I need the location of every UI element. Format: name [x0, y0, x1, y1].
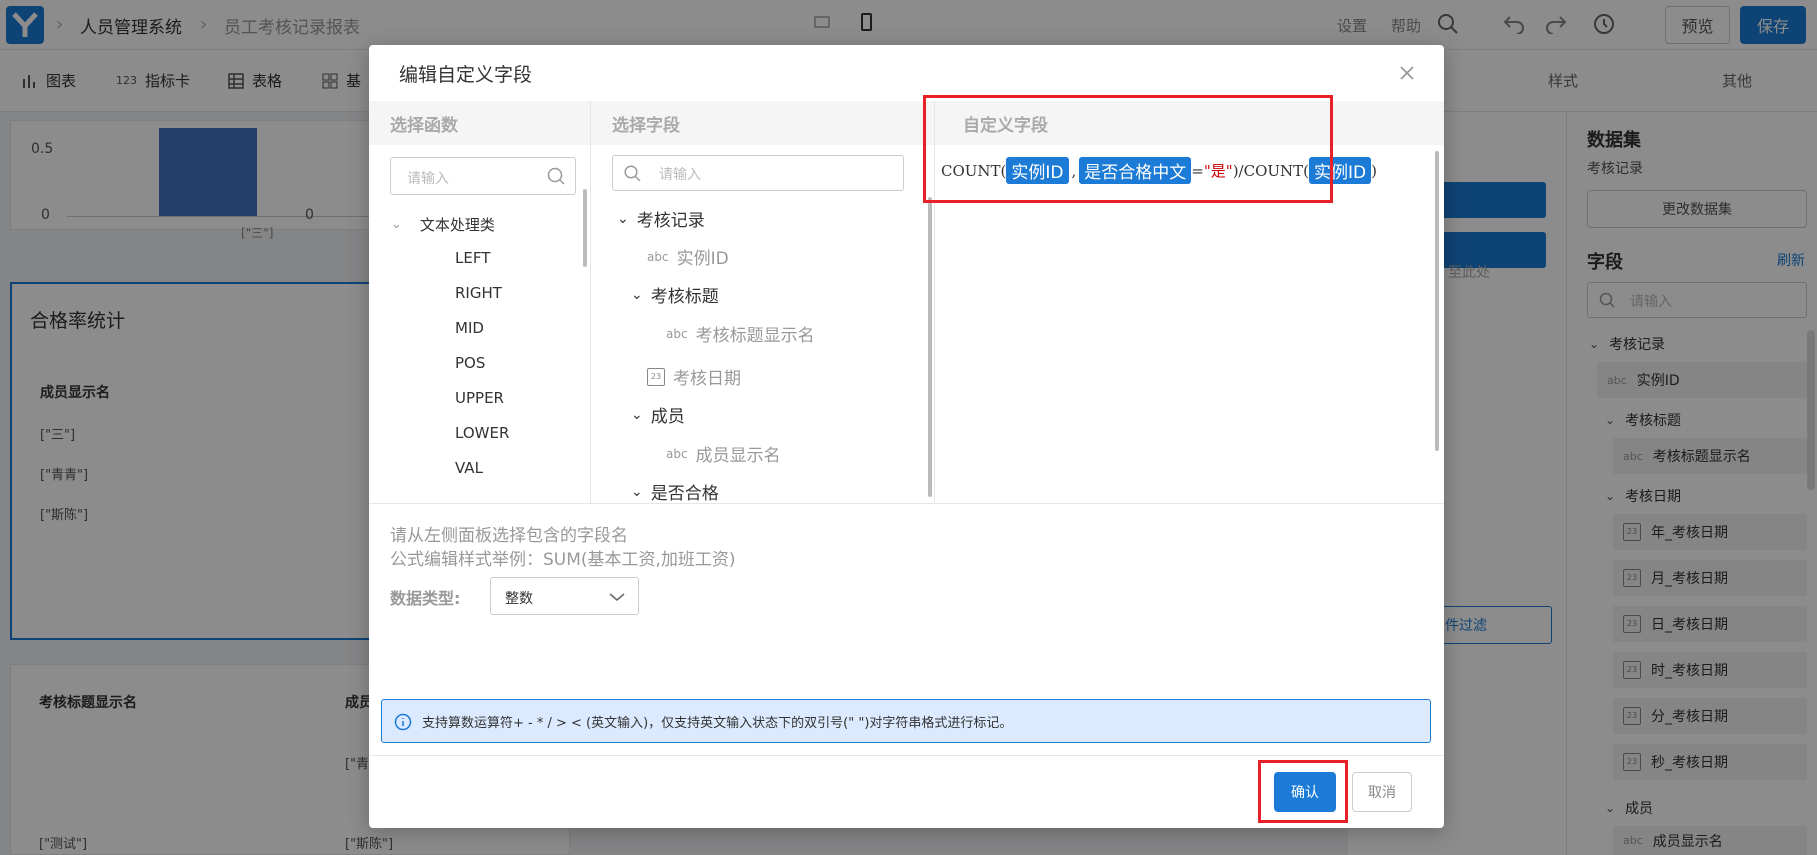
divider [369, 755, 1444, 756]
search-icon [624, 165, 641, 182]
formula-text: ) [1371, 161, 1377, 180]
select-value: 整数 [505, 591, 533, 607]
group-label: 文本处理类 [419, 216, 495, 234]
chevron-down-icon: ⌄ [631, 286, 643, 303]
function-item-val[interactable]: VAL [455, 459, 483, 477]
dialog-title: 编辑自定义字段 [399, 64, 533, 86]
text-type-icon: abc [647, 249, 669, 264]
datatype-select[interactable]: 整数 [490, 577, 639, 615]
scrollbar[interactable] [1435, 151, 1439, 451]
search-placeholder: 请输入 [659, 167, 701, 183]
function-item-upper[interactable]: UPPER [455, 389, 504, 407]
tree-field-date[interactable]: 23 考核日期 [647, 364, 741, 389]
tree-node-member[interactable]: ⌄ 成员 [631, 402, 685, 428]
close-icon[interactable] [1397, 63, 1417, 83]
tree-label: 成员 [650, 407, 685, 427]
chevron-down-icon [608, 591, 626, 603]
field-column-title: 选择字段 [591, 101, 934, 145]
scrollbar[interactable] [928, 197, 932, 497]
text-type-icon: abc [666, 326, 688, 341]
function-column-title: 选择函数 [369, 101, 590, 145]
tree-label: 是否合格 [650, 484, 719, 503]
chevron-down-icon: ⌄ [617, 210, 629, 227]
function-search-input[interactable]: 请输入 [390, 157, 576, 195]
tree-label: 成员显示名 [695, 446, 781, 466]
function-group-text[interactable]: ⌄ 文本处理类 [391, 214, 495, 235]
confirm-button[interactable]: 确认 [1274, 772, 1336, 812]
tree-label: 实例ID [676, 249, 729, 269]
hint-text: 公式编辑样式举例：SUM(基本工资,加班工资) [390, 550, 736, 570]
tree-node-pass[interactable]: ⌄ 是否合格 [631, 479, 719, 504]
function-item-mid[interactable]: MID [455, 319, 484, 337]
field-search-input[interactable]: 请输入 [612, 155, 904, 191]
calendar-icon: 23 [647, 367, 665, 386]
info-icon [394, 713, 412, 731]
chevron-down-icon: ⌄ [631, 406, 643, 423]
search-icon [547, 167, 565, 185]
text-type-icon: abc [666, 446, 688, 461]
highlight-box [923, 95, 1333, 203]
hint-text: 请从左侧面板选择包含的字段名 [390, 526, 628, 546]
function-column: 选择函数 请输入 ⌄ 文本处理类 LEFT RIGHT MID POS UPPER LOW… [369, 101, 591, 503]
scrollbar[interactable] [583, 189, 587, 267]
datatype-label: 数据类型: [390, 589, 461, 608]
function-item-left[interactable]: LEFT [455, 249, 490, 267]
info-text: 支持算数运算符+ - * / > < (英文输入)，仅支持英文输入状态下的双引号… [422, 716, 1013, 731]
function-item-lower[interactable]: LOWER [455, 424, 509, 442]
tree-node-title[interactable]: ⌄ 考核标题 [631, 282, 719, 308]
chevron-down-icon: ⌄ [391, 217, 402, 232]
tree-label: 考核日期 [673, 369, 741, 389]
tree-label: 考核标题 [650, 287, 719, 307]
divider [369, 503, 1444, 504]
info-banner: 支持算数运算符+ - * / > < (英文输入)，仅支持英文输入状态下的双引号… [381, 699, 1431, 743]
cancel-button[interactable]: 取消 [1352, 772, 1412, 812]
tree-field-instance-id[interactable]: abc 实例ID [647, 244, 729, 269]
tree-label: 考核记录 [636, 211, 705, 231]
tree-field-title-name[interactable]: abc 考核标题显示名 [666, 321, 815, 346]
tree-label: 考核标题显示名 [695, 326, 815, 346]
tree-node-record[interactable]: ⌄ 考核记录 [617, 206, 705, 232]
field-column: 选择字段 请输入 ⌄ 考核记录 abc 实例ID ⌄ 考核标题 abc 考核标题… [591, 101, 935, 503]
search-placeholder: 请输入 [407, 171, 449, 187]
function-item-pos[interactable]: POS [455, 354, 485, 372]
function-item-right[interactable]: RIGHT [455, 284, 502, 302]
tree-field-member-name[interactable]: abc 成员显示名 [666, 441, 781, 466]
chevron-down-icon: ⌄ [631, 483, 643, 500]
edit-custom-field-dialog: 编辑自定义字段 选择函数 请输入 ⌄ 文本处理类 LEFT RIGHT MID POS… [369, 45, 1444, 828]
